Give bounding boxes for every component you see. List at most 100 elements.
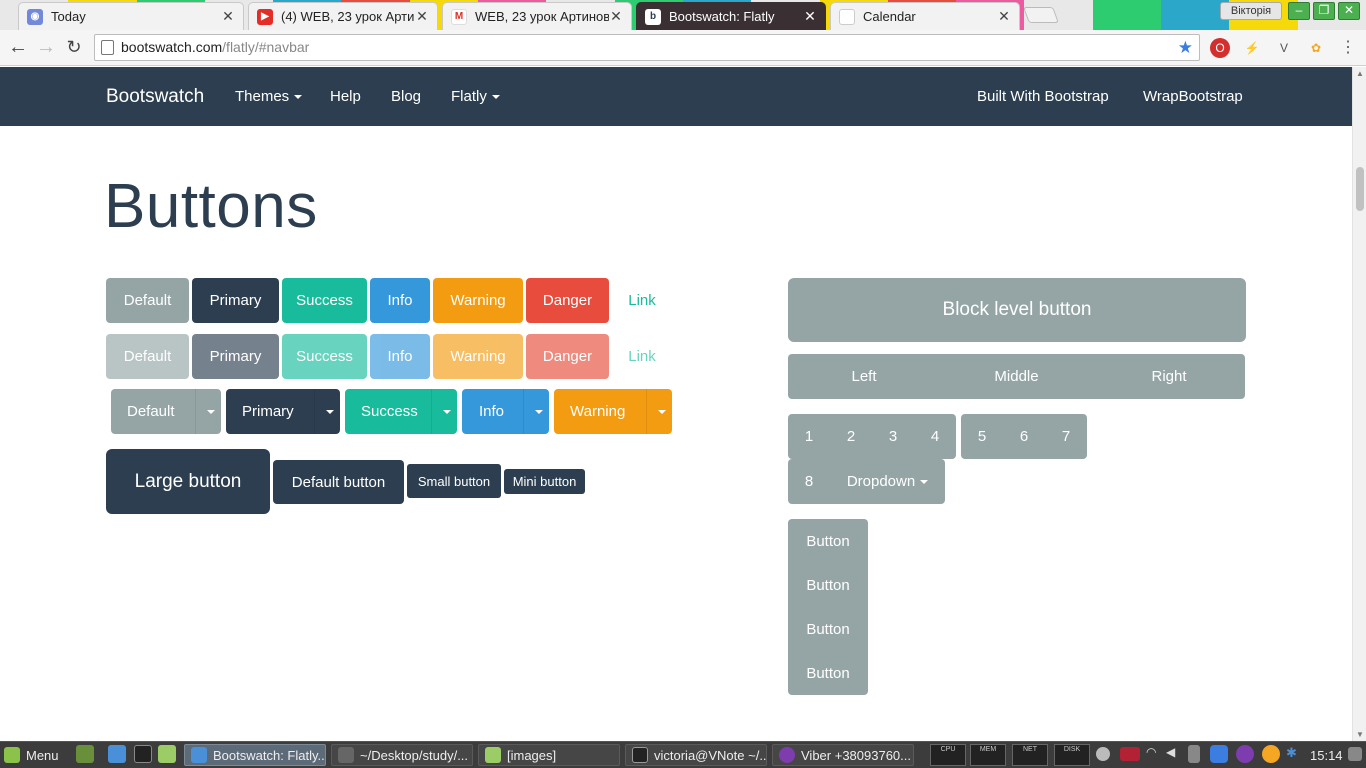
wifi-icon[interactable]: ◠	[1146, 745, 1164, 763]
user-icon[interactable]	[1096, 747, 1110, 761]
dropdown-button[interactable]: Dropdown	[830, 459, 945, 504]
us-flag-icon[interactable]	[1120, 747, 1140, 761]
shield-icon[interactable]	[1210, 745, 1228, 763]
page-5-button[interactable]: 5	[961, 414, 1003, 459]
back-icon[interactable]: ←	[6, 36, 30, 60]
bookmark-star-icon[interactable]: ★	[1178, 35, 1193, 60]
danger-button-disabled[interactable]: Danger	[526, 334, 609, 379]
scrollbar-thumb[interactable]	[1356, 167, 1364, 211]
right-button[interactable]: Right	[1093, 354, 1245, 399]
vertical-button-3[interactable]: Button	[788, 607, 868, 651]
warning-button[interactable]: Warning	[433, 278, 523, 323]
desktop-icon[interactable]	[76, 745, 94, 763]
link-button[interactable]: Link	[612, 278, 672, 323]
info-button[interactable]: Info	[370, 278, 430, 323]
warning-split-button[interactable]: Warning	[554, 389, 672, 434]
split-toggle[interactable]	[195, 389, 221, 434]
success-split-button[interactable]: Success	[345, 389, 457, 434]
default-button[interactable]: Default	[106, 278, 189, 323]
notification-icon[interactable]	[1348, 747, 1362, 761]
page-info-icon[interactable]	[101, 40, 114, 55]
default-button-disabled[interactable]: Default	[106, 334, 189, 379]
tab-bootswatch[interactable]: b Bootswatch: Flatly ✕	[636, 2, 826, 30]
left-button[interactable]: Left	[788, 354, 940, 399]
page-6-button[interactable]: 6	[1003, 414, 1045, 459]
close-icon[interactable]: ✕	[803, 8, 817, 25]
page-1-button[interactable]: 1	[788, 414, 830, 459]
scroll-down-icon[interactable]: ▼	[1355, 730, 1365, 739]
tab-youtube[interactable]: ▶ (4) WEB, 23 урок Артин ✕	[248, 2, 438, 30]
pinwheel-extension-icon[interactable]: ✿	[1306, 38, 1326, 58]
small-button[interactable]: Small button	[407, 464, 501, 498]
navbar-brand[interactable]: Bootswatch	[106, 86, 204, 108]
chrome-menu-icon[interactable]: ⋮	[1338, 38, 1358, 58]
page-scrollbar[interactable]: ▲ ▼	[1352, 67, 1366, 741]
vertical-button-2[interactable]: Button	[788, 563, 868, 607]
info-split-button[interactable]: Info	[462, 389, 549, 434]
success-button-disabled[interactable]: Success	[282, 334, 367, 379]
mini-button[interactable]: Mini button	[504, 469, 585, 494]
nav-flatly[interactable]: Flatly	[451, 88, 500, 105]
nav-themes[interactable]: Themes	[235, 88, 303, 105]
page-3-button[interactable]: 3	[872, 414, 914, 459]
tab-gmail[interactable]: M WEB, 23 урок Артинов ✕	[442, 2, 632, 30]
battery-icon[interactable]	[1188, 745, 1200, 763]
vertical-button-1[interactable]: Button	[788, 519, 868, 563]
nav-wrapbootstrap[interactable]: WrapBootstrap	[1143, 88, 1243, 105]
taskbar-window-viber[interactable]: Viber +38093760...	[772, 744, 914, 766]
volume-icon[interactable]: ◀	[1166, 745, 1184, 763]
danger-button[interactable]: Danger	[526, 278, 609, 323]
split-toggle[interactable]	[646, 389, 672, 434]
menu-button[interactable]: Menu	[4, 744, 59, 766]
reload-icon[interactable]: ↻	[62, 36, 86, 60]
close-icon[interactable]: ✕	[221, 8, 235, 25]
close-window-button[interactable]: ✕	[1338, 2, 1360, 20]
lightning-extension-icon[interactable]: ⚡	[1242, 38, 1262, 58]
files-launcher-icon[interactable]	[158, 745, 176, 763]
large-button[interactable]: Large button	[106, 449, 270, 514]
taskbar-window-terminal[interactable]: victoria@VNote ~/...	[625, 744, 767, 766]
maximize-button[interactable]: ❐	[1313, 2, 1335, 20]
taskbar-window-bootswatch[interactable]: Bootswatch: Flatly...	[184, 744, 326, 766]
default-split-button[interactable]: Default	[111, 389, 221, 434]
primary-button-disabled[interactable]: Primary	[192, 334, 279, 379]
nav-help[interactable]: Help	[330, 88, 361, 105]
page-2-button[interactable]: 2	[830, 414, 872, 459]
split-toggle[interactable]	[431, 389, 457, 434]
close-icon[interactable]: ✕	[415, 8, 429, 25]
success-button[interactable]: Success	[282, 278, 367, 323]
nav-built-with-bootstrap[interactable]: Built With Bootstrap	[977, 88, 1109, 105]
middle-button[interactable]: Middle	[940, 354, 1093, 399]
bluetooth-icon[interactable]: ✱	[1286, 745, 1304, 763]
page-4-button[interactable]: 4	[914, 414, 956, 459]
split-toggle[interactable]	[523, 389, 549, 434]
page-8-button[interactable]: 8	[788, 459, 830, 504]
link-button-disabled[interactable]: Link	[612, 334, 672, 379]
page-7-button[interactable]: 7	[1045, 414, 1087, 459]
update-icon[interactable]	[1262, 745, 1280, 763]
warning-button-disabled[interactable]: Warning	[433, 334, 523, 379]
close-icon[interactable]: ✕	[609, 8, 623, 25]
default-size-button[interactable]: Default button	[273, 460, 404, 504]
primary-split-button[interactable]: Primary	[226, 389, 340, 434]
terminal-launcher-icon[interactable]	[134, 745, 152, 763]
viber-tray-icon[interactable]	[1236, 745, 1254, 763]
close-icon[interactable]: ✕	[997, 8, 1011, 25]
minimize-button[interactable]: –	[1288, 2, 1310, 20]
block-level-button[interactable]: Block level button	[788, 278, 1246, 342]
vue-extension-icon[interactable]: V	[1274, 38, 1294, 58]
opera-extension-icon[interactable]: O	[1210, 38, 1230, 58]
primary-button[interactable]: Primary	[192, 278, 279, 323]
new-tab-button[interactable]	[1023, 7, 1059, 23]
info-button-disabled[interactable]: Info	[370, 334, 430, 379]
split-toggle[interactable]	[314, 389, 340, 434]
scroll-up-icon[interactable]: ▲	[1355, 69, 1365, 78]
tab-calendar[interactable]: Calendar ✕	[830, 2, 1020, 30]
vertical-button-4[interactable]: Button	[788, 651, 868, 695]
taskbar-window-images[interactable]: [images]	[478, 744, 620, 766]
tab-today[interactable]: ◉ Today ✕	[18, 2, 244, 30]
forward-icon[interactable]: →	[34, 36, 58, 60]
clock[interactable]: 15:14	[1310, 744, 1343, 766]
nav-blog[interactable]: Blog	[391, 88, 421, 105]
browser-launcher-icon[interactable]	[108, 745, 126, 763]
